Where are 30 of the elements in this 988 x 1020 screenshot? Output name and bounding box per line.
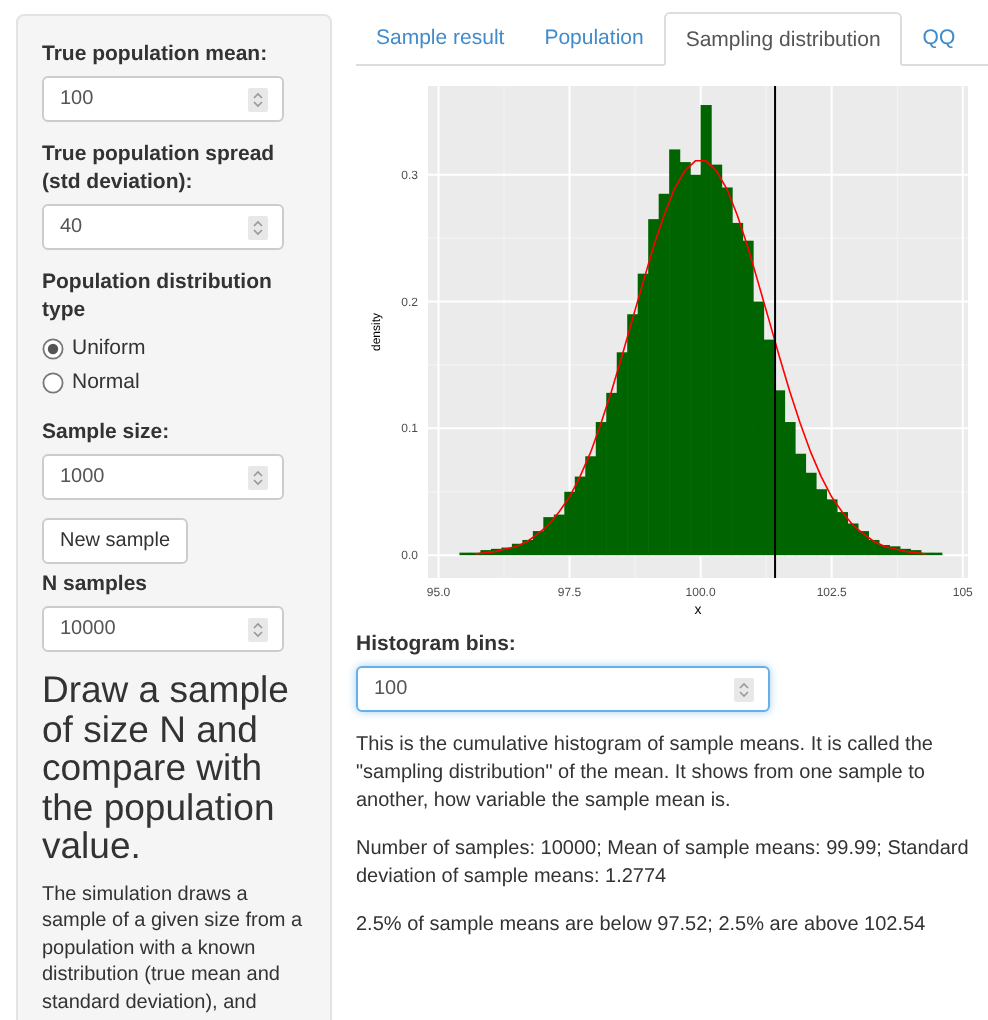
number-field[interactable]: 40 (42, 204, 284, 250)
radio-label[interactable]: Normal (72, 366, 140, 400)
paragraph: This is the cumulative histogram of sample means. It is called the "sampling distribution" of the mean. It shows from one sample to another, how variable the sample mean is. (356, 732, 935, 816)
field-label: Histogram bins: (356, 630, 518, 658)
spinner-icon[interactable] (248, 87, 268, 111)
radio-button[interactable] (42, 338, 64, 360)
tab[interactable]: Population (524, 12, 664, 64)
field-label: True population spread (std deviation): (42, 140, 277, 196)
field-label: Population distribution type (42, 268, 274, 324)
field-label: True population mean: (42, 40, 270, 68)
new-sample-button[interactable]: New sample (42, 518, 189, 564)
description-text: The simulation draws a sample of a given size from a population with a known distribution (true mean and standard deviation), and (42, 881, 305, 1016)
tab[interactable]: Sampling distribution (663, 12, 903, 66)
paragraph: Number of samples: 10000; Mean of sample means: 99.99; Standard deviation of sample means: 1.2774 (356, 836, 971, 892)
spinner-icon[interactable] (734, 677, 754, 701)
number-field[interactable]: 100 (356, 666, 770, 712)
tab[interactable]: QQ (902, 12, 976, 64)
field-label: Sample size: (42, 418, 172, 446)
radio-button[interactable] (42, 372, 64, 394)
number-field[interactable]: 10000 (42, 606, 284, 652)
radio-label[interactable]: Uniform (72, 332, 146, 366)
paragraph: 2.5% of sample means are below 97.52; 2.5% are above 102.54 (356, 912, 928, 940)
number-field[interactable]: 1000 (42, 454, 284, 500)
tab[interactable]: Sample result (356, 12, 525, 64)
field-label: N samples (42, 570, 150, 598)
spinner-icon[interactable] (248, 215, 268, 239)
spinner-icon[interactable] (248, 465, 268, 489)
number-field[interactable]: 100 (42, 76, 284, 122)
heading: Draw a sample of size N and compare with the population value. (42, 670, 291, 865)
spinner-icon[interactable] (248, 617, 268, 641)
